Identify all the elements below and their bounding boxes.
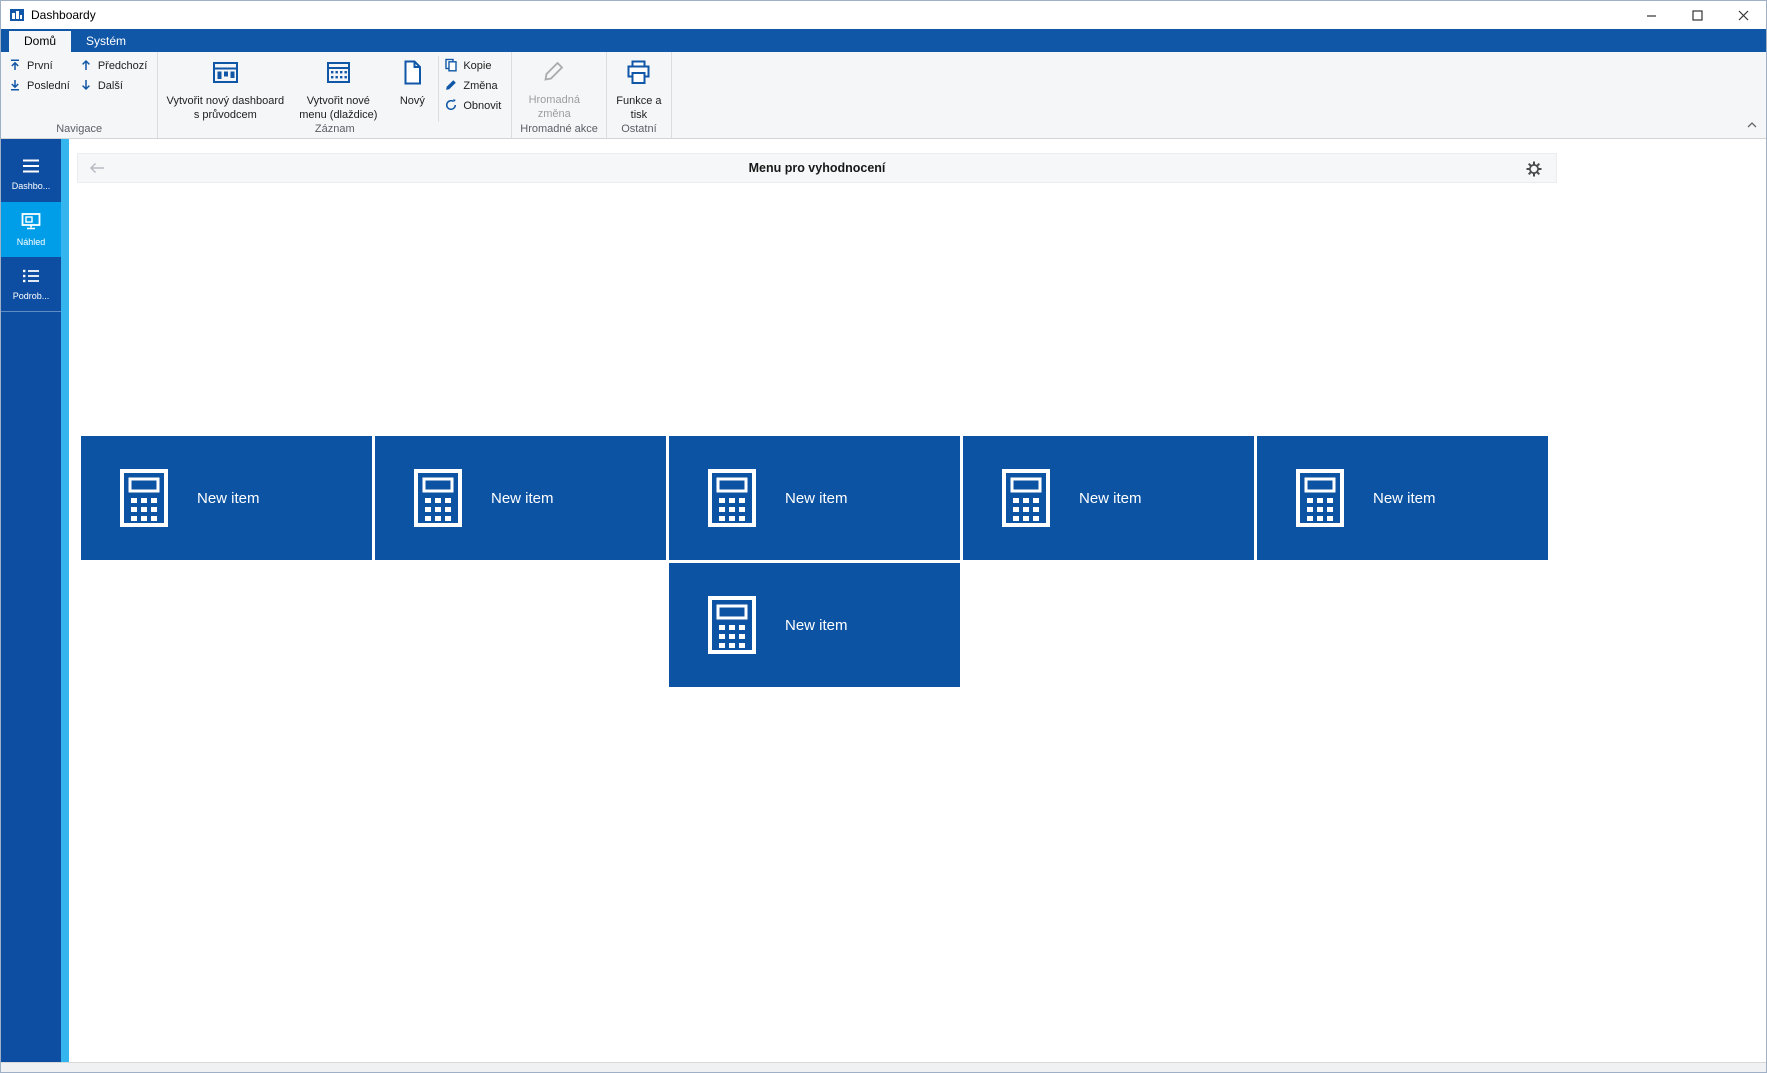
first-button[interactable]: První <box>5 56 76 76</box>
detail-list-icon <box>21 268 41 286</box>
tab-domu[interactable]: Domů <box>9 31 72 52</box>
tile-new-item-5[interactable]: New item <box>1257 436 1548 561</box>
calculator-icon <box>707 468 757 528</box>
tile-label: New item <box>785 489 848 507</box>
tile-new-item-2[interactable]: New item <box>375 436 666 561</box>
ribbon-group-zaznam: Vytvořit nový dashboard s průvodcem Vytv… <box>158 52 513 139</box>
tile-label: New item <box>1373 489 1436 507</box>
print-functions-label: Funkce a tisk <box>616 94 662 121</box>
ribbon-group-label-ostatni: Ostatní <box>621 123 657 136</box>
calculator-icon <box>119 468 169 528</box>
tab-system[interactable]: Systém <box>71 31 141 52</box>
tile-new-item-1[interactable]: New item <box>81 436 372 561</box>
ribbon-group-label-navigace: Navigace <box>56 123 103 136</box>
bulk-edit-label: Hromadná změna <box>528 93 580 120</box>
sidebar-item-dashboardy[interactable]: Dashbo... <box>1 147 61 202</box>
horizontal-scrollbar[interactable] <box>1 1062 1766 1072</box>
ribbon-inner-separator <box>438 56 440 123</box>
next-label: Další <box>97 80 123 92</box>
next-icon <box>79 78 93 95</box>
title-bar: Dashboardy <box>1 1 1766 29</box>
create-tile-menu-icon <box>325 59 352 91</box>
edit-pencil-icon <box>444 78 458 95</box>
sidebar-item-label: Podrob... <box>12 290 50 301</box>
previous-button[interactable]: Předchozí <box>76 56 154 76</box>
edit-button[interactable]: Změna <box>441 76 507 96</box>
gear-icon[interactable] <box>1526 161 1542 182</box>
page-title: Menu pro vyhodnocení <box>748 161 886 176</box>
minimize-icon[interactable] <box>1628 1 1674 29</box>
copy-label: Kopie <box>463 60 492 72</box>
bulk-edit-pencil-icon <box>542 59 566 90</box>
create-dashboard-label: Vytvořit nový dashboard s průvodcem <box>166 94 285 121</box>
tile-new-item-4[interactable]: New item <box>963 436 1254 561</box>
print-functions-button[interactable]: Funkce a tisk <box>611 56 667 122</box>
first-icon <box>8 58 22 75</box>
copy-icon <box>444 58 458 75</box>
ribbon-group-navigace: První Poslední Předchozí Další Navigace <box>1 52 159 139</box>
ribbon-group-label-zaznam: Záznam <box>314 123 355 136</box>
ribbon-group-hromadne-akce: Hromadná změna Hromadné akce <box>512 52 607 139</box>
app-icon <box>9 7 25 23</box>
sidebar-accent-stripe <box>61 139 69 1062</box>
copy-button[interactable]: Kopie <box>441 56 507 76</box>
content-panel: Menu pro vyhodnocení New item New item N… <box>69 153 1557 688</box>
sidebar: Dashbo... Náhled Podrob... <box>1 139 61 1062</box>
refresh-label: Obnovit <box>463 100 502 112</box>
sidebar-item-nahled[interactable]: Náhled <box>1 202 61 258</box>
window-controls <box>1628 1 1766 29</box>
edit-label: Změna <box>463 80 498 92</box>
ribbon-group-label-hromadne-akce: Hromadné akce <box>520 123 598 136</box>
bulk-edit-button[interactable]: Hromadná změna <box>516 56 592 121</box>
main-body: Dashbo... Náhled Podrob... Menu pro vyho… <box>1 139 1766 1062</box>
last-button[interactable]: Poslední <box>5 76 76 96</box>
ribbon: První Poslední Předchozí Další Navigace … <box>1 52 1766 140</box>
refresh-button[interactable]: Obnovit <box>441 96 507 116</box>
preview-monitor-icon <box>21 212 41 232</box>
previous-icon <box>79 58 93 75</box>
calculator-icon <box>707 595 757 655</box>
create-tile-menu-label: Vytvořit nové menu (dlaždice) <box>299 94 378 121</box>
menu-icon <box>21 158 41 176</box>
first-label: První <box>27 60 53 72</box>
calculator-icon <box>1295 468 1345 528</box>
sidebar-item-podrobnosti[interactable]: Podrob... <box>1 257 61 313</box>
back-arrow-icon[interactable] <box>88 160 106 181</box>
printer-icon <box>625 59 652 91</box>
previous-label: Předchozí <box>97 60 148 72</box>
ribbon-tab-bar: Domů Systém <box>1 29 1766 52</box>
tile-label: New item <box>785 616 848 634</box>
window-title: Dashboardy <box>31 8 96 22</box>
create-dashboard-icon <box>212 59 239 91</box>
ribbon-collapse-chevron-icon[interactable] <box>1746 116 1758 134</box>
create-dashboard-button[interactable]: Vytvořit nový dashboard s průvodcem <box>162 56 288 122</box>
calculator-icon <box>413 468 463 528</box>
sidebar-item-label: Náhled <box>16 237 46 248</box>
next-button[interactable]: Další <box>76 76 154 96</box>
new-document-icon <box>399 59 425 91</box>
calculator-icon <box>1001 468 1051 528</box>
tile-label: New item <box>491 489 554 507</box>
maximize-icon[interactable] <box>1674 1 1720 29</box>
tile-label: New item <box>1079 489 1142 507</box>
content-area: Menu pro vyhodnocení New item New item N… <box>69 139 1766 1062</box>
tile-new-item-3[interactable]: New item <box>669 436 960 561</box>
tile-label: New item <box>197 489 260 507</box>
sidebar-item-label: Dashbo... <box>11 181 51 192</box>
app-window: Dashboardy Domů Systém První Poslední Př… <box>0 0 1767 1073</box>
close-icon[interactable] <box>1720 1 1766 29</box>
last-label: Poslední <box>27 80 70 92</box>
tile-grid: New item New item New item New item New … <box>69 436 1557 688</box>
create-tile-menu-button[interactable]: Vytvořit nové menu (dlaždice) <box>288 56 388 122</box>
ribbon-group-ostatni: Funkce a tisk Ostatní <box>607 52 672 139</box>
new-label: Nový <box>399 94 425 107</box>
new-button[interactable]: Nový <box>388 56 436 109</box>
refresh-icon <box>444 98 458 115</box>
last-icon <box>8 78 22 95</box>
content-header: Menu pro vyhodnocení <box>77 153 1557 184</box>
tile-new-item-6[interactable]: New item <box>669 563 960 688</box>
